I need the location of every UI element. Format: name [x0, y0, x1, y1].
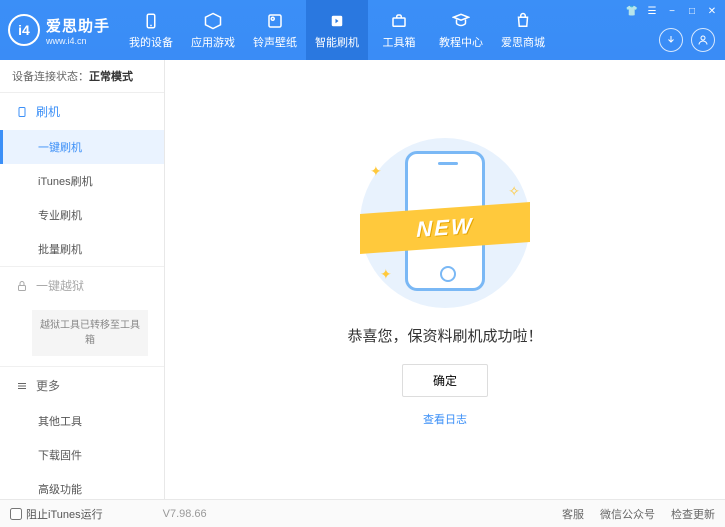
checkbox-block-itunes[interactable]: 阻止iTunes运行 — [10, 506, 103, 522]
logo-area: i4 爱思助手 www.i4.cn — [8, 14, 110, 46]
success-message: 恭喜您，保资料刷机成功啦！ — [347, 325, 542, 346]
lock-icon — [16, 280, 28, 292]
main-content: NEW ✦ ✧ ✦ 恭喜您，保资料刷机成功啦！ 确定 查看日志 — [165, 60, 725, 499]
minimize-icon[interactable]: − — [665, 4, 679, 18]
nav-apps[interactable]: 应用游戏 — [182, 0, 244, 60]
nav-my-device[interactable]: 我的设备 — [120, 0, 182, 60]
sidebar-item-advanced[interactable]: 高级功能 — [0, 472, 164, 499]
download-button[interactable] — [659, 28, 683, 52]
jailbreak-note: 越狱工具已转移至工具箱 — [32, 310, 148, 356]
sidebar-item-itunes[interactable]: iTunes刷机 — [0, 164, 164, 198]
new-ribbon: NEW — [416, 212, 473, 242]
logo-icon: i4 — [8, 14, 40, 46]
app-header: i4 爱思助手 www.i4.cn 我的设备 应用游戏 铃声壁纸 智能刷机 工具… — [0, 0, 725, 60]
close-icon[interactable]: ✕ — [705, 4, 719, 18]
connection-status: 设备连接状态：正常模式 — [0, 60, 164, 93]
user-button[interactable] — [691, 28, 715, 52]
sidebar-item-oneclick[interactable]: 一键刷机 — [0, 130, 164, 164]
toolbox-icon — [389, 11, 409, 31]
footer-support[interactable]: 客服 — [562, 506, 584, 522]
flash-section-icon — [16, 106, 28, 118]
sidebar: 设备连接状态：正常模式 刷机 一键刷机 iTunes刷机 专业刷机 批量刷机 一… — [0, 60, 165, 499]
window-controls: 👕 ☰ − □ ✕ — [625, 4, 719, 18]
sidebar-more-header[interactable]: 更多 — [0, 367, 164, 404]
nav-flash[interactable]: 智能刷机 — [306, 0, 368, 60]
nav-tutorials[interactable]: 教程中心 — [430, 0, 492, 60]
footer: 阻止iTunes运行 V7.98.66 客服 微信公众号 检查更新 — [0, 499, 725, 527]
maximize-icon[interactable]: □ — [685, 4, 699, 18]
nav-ringtones[interactable]: 铃声壁纸 — [244, 0, 306, 60]
wallpaper-icon — [265, 11, 285, 31]
store-icon — [513, 11, 533, 31]
brand-url: www.i4.cn — [46, 36, 110, 46]
sidebar-item-download[interactable]: 下载固件 — [0, 438, 164, 472]
footer-wechat[interactable]: 微信公众号 — [600, 506, 655, 522]
sidebar-item-other[interactable]: 其他工具 — [0, 404, 164, 438]
sidebar-item-pro[interactable]: 专业刷机 — [0, 198, 164, 232]
sidebar-jailbreak-header[interactable]: 一键越狱 — [0, 267, 164, 304]
device-icon — [141, 11, 161, 31]
nav-store[interactable]: 爱思商城 — [492, 0, 554, 60]
brand-name: 爱思助手 — [46, 15, 110, 36]
ok-button[interactable]: 确定 — [402, 364, 488, 397]
sidebar-item-batch[interactable]: 批量刷机 — [0, 232, 164, 266]
nav-toolbox[interactable]: 工具箱 — [368, 0, 430, 60]
apps-icon — [203, 11, 223, 31]
menu-icon[interactable]: ☰ — [645, 4, 659, 18]
flash-icon — [327, 11, 347, 31]
footer-update[interactable]: 检查更新 — [671, 506, 715, 522]
success-illustration: NEW ✦ ✧ ✦ — [355, 133, 535, 313]
sidebar-flash-header[interactable]: 刷机 — [0, 93, 164, 130]
view-log-link[interactable]: 查看日志 — [423, 411, 467, 427]
tutorial-icon — [451, 11, 471, 31]
list-icon — [16, 380, 28, 392]
version-label: V7.98.66 — [163, 508, 207, 520]
theme-icon[interactable]: 👕 — [625, 4, 639, 18]
